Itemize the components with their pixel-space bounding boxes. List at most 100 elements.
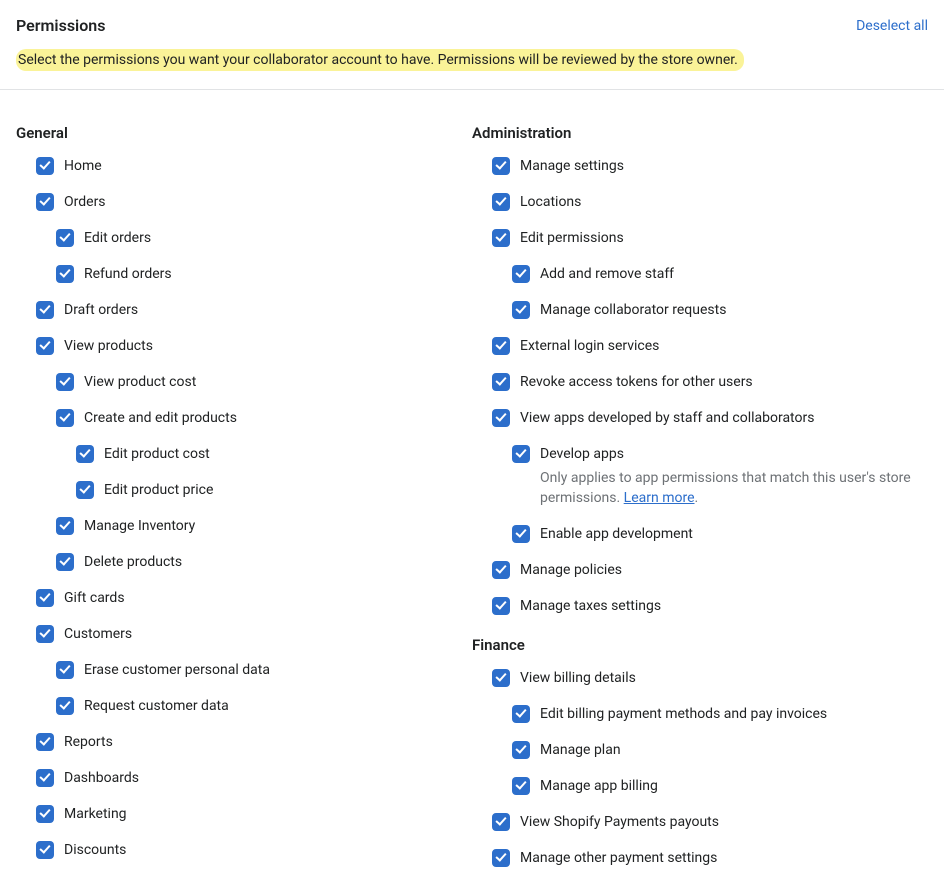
administration-column: Administration Manage settings Locations… bbox=[472, 124, 928, 878]
checkbox-icon[interactable] bbox=[512, 445, 530, 463]
perm-label: Edit orders bbox=[84, 228, 151, 248]
perm-label: Enable app development bbox=[540, 524, 693, 544]
perm-label: Request customer data bbox=[84, 696, 229, 716]
checkbox-icon[interactable] bbox=[512, 777, 530, 795]
permissions-header: Permissions Deselect all bbox=[16, 16, 928, 35]
checkbox-icon[interactable] bbox=[492, 337, 510, 355]
checkbox-icon[interactable] bbox=[512, 301, 530, 319]
perm-reports[interactable]: Reports bbox=[16, 732, 460, 752]
perm-develop-apps[interactable]: Develop apps Only applies to app permiss… bbox=[472, 444, 916, 508]
checkbox-icon[interactable] bbox=[492, 561, 510, 579]
perm-manage-taxes[interactable]: Manage taxes settings bbox=[472, 596, 916, 616]
perm-label: View Shopify Payments payouts bbox=[520, 812, 719, 832]
perm-label: Marketing bbox=[64, 804, 127, 824]
perm-manage-settings[interactable]: Manage settings bbox=[472, 156, 916, 176]
checkbox-icon[interactable] bbox=[512, 705, 530, 723]
perm-label: Manage settings bbox=[520, 156, 624, 176]
checkbox-icon[interactable] bbox=[492, 409, 510, 427]
perm-edit-billing-methods[interactable]: Edit billing payment methods and pay inv… bbox=[472, 704, 916, 724]
permissions-note: Select the permissions you want your col… bbox=[16, 49, 744, 71]
perm-label: Develop apps bbox=[540, 444, 916, 464]
perm-external-login[interactable]: External login services bbox=[472, 336, 916, 356]
checkbox-icon[interactable] bbox=[36, 769, 54, 787]
checkbox-icon[interactable] bbox=[512, 525, 530, 543]
checkbox-icon[interactable] bbox=[36, 301, 54, 319]
general-column: General Home Orders Edit orders Refund o… bbox=[16, 124, 472, 878]
section-title-finance: Finance bbox=[472, 636, 916, 654]
perm-home[interactable]: Home bbox=[16, 156, 460, 176]
deselect-all-link[interactable]: Deselect all bbox=[856, 18, 928, 34]
perm-delete-products[interactable]: Delete products bbox=[16, 552, 460, 572]
perm-manage-app-billing[interactable]: Manage app billing bbox=[472, 776, 916, 796]
perm-subtext: Only applies to app permissions that mat… bbox=[540, 468, 916, 508]
checkbox-icon[interactable] bbox=[492, 193, 510, 211]
perm-edit-product-cost[interactable]: Edit product cost bbox=[16, 444, 460, 464]
perm-label: Edit product price bbox=[104, 480, 213, 500]
perm-manage-other-payment[interactable]: Manage other payment settings bbox=[472, 848, 916, 868]
perm-label: Manage collaborator requests bbox=[540, 300, 726, 320]
perm-view-products[interactable]: View products bbox=[16, 336, 460, 356]
perm-manage-policies[interactable]: Manage policies bbox=[472, 560, 916, 580]
checkbox-icon[interactable] bbox=[56, 517, 74, 535]
perm-label: Edit permissions bbox=[520, 228, 624, 248]
checkbox-icon[interactable] bbox=[36, 733, 54, 751]
perm-draft-orders[interactable]: Draft orders bbox=[16, 300, 460, 320]
checkbox-icon[interactable] bbox=[492, 157, 510, 175]
checkbox-icon[interactable] bbox=[492, 373, 510, 391]
perm-refund-orders[interactable]: Refund orders bbox=[16, 264, 460, 284]
perm-view-billing[interactable]: View billing details bbox=[472, 668, 916, 688]
perm-edit-permissions[interactable]: Edit permissions bbox=[472, 228, 916, 248]
checkbox-icon[interactable] bbox=[76, 445, 94, 463]
perm-label: Delete products bbox=[84, 552, 182, 572]
checkbox-icon[interactable] bbox=[36, 625, 54, 643]
checkbox-icon[interactable] bbox=[56, 409, 74, 427]
checkbox-icon[interactable] bbox=[76, 481, 94, 499]
learn-more-link[interactable]: Learn more bbox=[624, 490, 695, 506]
checkbox-icon[interactable] bbox=[36, 193, 54, 211]
perm-label: Revoke access tokens for other users bbox=[520, 372, 753, 392]
checkbox-icon[interactable] bbox=[36, 589, 54, 607]
checkbox-icon[interactable] bbox=[56, 229, 74, 247]
perm-edit-product-price[interactable]: Edit product price bbox=[16, 480, 460, 500]
perm-dashboards[interactable]: Dashboards bbox=[16, 768, 460, 788]
perm-label: Manage taxes settings bbox=[520, 596, 661, 616]
checkbox-icon[interactable] bbox=[512, 741, 530, 759]
perm-erase-customer-data[interactable]: Erase customer personal data bbox=[16, 660, 460, 680]
checkbox-icon[interactable] bbox=[492, 229, 510, 247]
checkbox-icon[interactable] bbox=[492, 669, 510, 687]
checkbox-icon[interactable] bbox=[56, 553, 74, 571]
perm-create-edit-products[interactable]: Create and edit products bbox=[16, 408, 460, 428]
checkbox-icon[interactable] bbox=[36, 841, 54, 859]
perm-manage-plan[interactable]: Manage plan bbox=[472, 740, 916, 760]
checkbox-icon[interactable] bbox=[492, 597, 510, 615]
checkbox-icon[interactable] bbox=[56, 265, 74, 283]
perm-orders[interactable]: Orders bbox=[16, 192, 460, 212]
perm-revoke-tokens[interactable]: Revoke access tokens for other users bbox=[472, 372, 916, 392]
checkbox-icon[interactable] bbox=[512, 265, 530, 283]
checkbox-icon[interactable] bbox=[36, 337, 54, 355]
checkbox-icon[interactable] bbox=[56, 661, 74, 679]
perm-enable-app-dev[interactable]: Enable app development bbox=[472, 524, 916, 544]
perm-label: Manage app billing bbox=[540, 776, 658, 796]
checkbox-icon[interactable] bbox=[56, 697, 74, 715]
perm-customers[interactable]: Customers bbox=[16, 624, 460, 644]
checkbox-icon[interactable] bbox=[56, 373, 74, 391]
perm-locations[interactable]: Locations bbox=[472, 192, 916, 212]
perm-view-product-cost[interactable]: View product cost bbox=[16, 372, 460, 392]
perm-label: Erase customer personal data bbox=[84, 660, 270, 680]
perm-view-apps-dev[interactable]: View apps developed by staff and collabo… bbox=[472, 408, 916, 428]
perm-discounts[interactable]: Discounts bbox=[16, 840, 460, 860]
perm-marketing[interactable]: Marketing bbox=[16, 804, 460, 824]
perm-gift-cards[interactable]: Gift cards bbox=[16, 588, 460, 608]
perm-view-payouts[interactable]: View Shopify Payments payouts bbox=[472, 812, 916, 832]
checkbox-icon[interactable] bbox=[36, 805, 54, 823]
perm-manage-collab-requests[interactable]: Manage collaborator requests bbox=[472, 300, 916, 320]
perm-request-customer-data[interactable]: Request customer data bbox=[16, 696, 460, 716]
perm-manage-inventory[interactable]: Manage Inventory bbox=[16, 516, 460, 536]
checkbox-icon[interactable] bbox=[492, 813, 510, 831]
perm-edit-orders[interactable]: Edit orders bbox=[16, 228, 460, 248]
checkbox-icon[interactable] bbox=[492, 849, 510, 867]
checkbox-icon[interactable] bbox=[36, 157, 54, 175]
perm-add-remove-staff[interactable]: Add and remove staff bbox=[472, 264, 916, 284]
perm-label: Refund orders bbox=[84, 264, 172, 284]
